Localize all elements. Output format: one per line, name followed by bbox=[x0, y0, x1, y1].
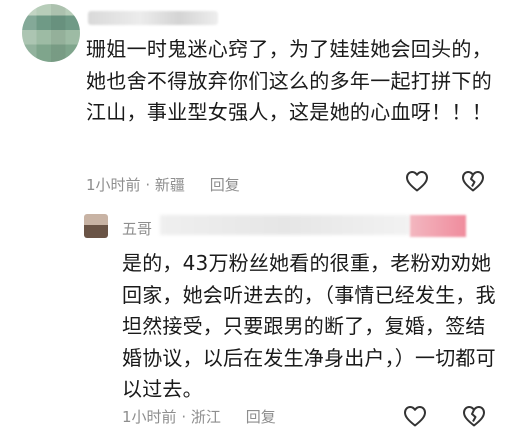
username-blurred[interactable] bbox=[88, 11, 218, 25]
reply-avatar[interactable] bbox=[84, 214, 108, 238]
reply-meta: 1小时前 · 浙江 回复 bbox=[122, 406, 276, 427]
reply-badge-blurred bbox=[410, 215, 466, 237]
avatar[interactable] bbox=[22, 4, 80, 62]
heart-outline-icon[interactable] bbox=[403, 405, 427, 427]
reply-username[interactable]: 五哥 bbox=[122, 218, 152, 239]
reply-info-blurred bbox=[160, 215, 410, 235]
heart-outline-icon[interactable] bbox=[405, 170, 429, 192]
location-separator: · bbox=[181, 408, 187, 426]
reply-text: 是的，43万粉丝她看的很重，老粉劝劝她回家，她会听进去的，（事情已经发生，我坦然… bbox=[122, 251, 496, 401]
comment-location: 新疆 bbox=[154, 176, 185, 194]
comment-meta: 1小时前 · 新疆 回复 bbox=[86, 174, 240, 195]
reply-location: 浙江 bbox=[190, 408, 221, 426]
reply-button[interactable]: 回复 bbox=[246, 408, 276, 426]
broken-heart-outline-icon[interactable] bbox=[461, 170, 485, 192]
comment-text: 珊姐一时鬼迷心窍了，为了娃娃她会回头的，她也舍不得放弃你们这么的多年一起打拼下的… bbox=[86, 37, 492, 124]
reply-button[interactable]: 回复 bbox=[210, 176, 240, 194]
location-separator: · bbox=[145, 176, 151, 194]
comment-time: 1小时前 bbox=[86, 176, 141, 194]
broken-heart-outline-icon[interactable] bbox=[462, 405, 486, 427]
reply-time: 1小时前 bbox=[122, 408, 177, 426]
